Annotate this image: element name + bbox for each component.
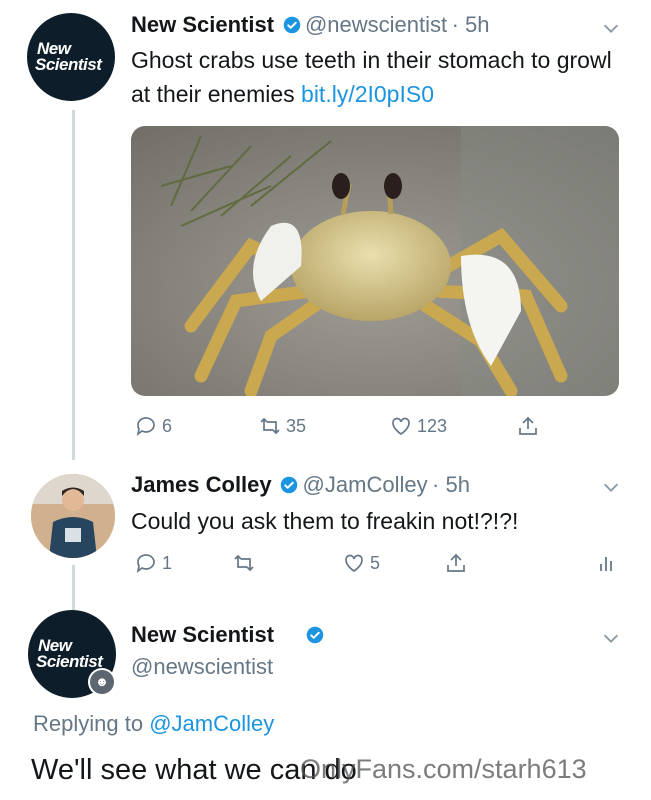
reply-icon [136,554,155,574]
person-avatar-icon [31,474,115,558]
timestamp[interactable]: · 5h [432,472,470,497]
retweet-icon [260,417,280,435]
user-handle[interactable]: @JamColley [303,472,428,497]
analytics-button[interactable] [594,551,622,575]
share-icon [519,416,537,435]
chevron-down-icon[interactable] [600,476,622,498]
retweet-count: 35 [286,415,307,436]
tweet-text: Could you ask them to freakin not!?!?! [131,508,519,534]
thread-line [72,110,75,460]
retweet-icon [234,554,254,572]
heart-icon [345,554,363,573]
replying-to-handle[interactable]: @JamColley [149,711,274,736]
tweet-text: Ghost crabs use teeth in their stomach t… [131,43,621,111]
avatar[interactable]: New Scientist [27,13,115,101]
avatar-text: Scientist [36,652,103,671]
tweet-photo[interactable] [131,126,619,396]
reply-button[interactable]: 6 [134,414,172,438]
reply-icon [136,417,155,437]
tweet-header: New Scientist @newscientist · 5h [131,12,490,38]
verified-badge-icon [306,626,324,644]
display-name[interactable]: James Colley [131,472,272,497]
chevron-down-icon[interactable] [600,627,622,649]
timestamp[interactable]: · 5h [452,12,490,37]
thread-line [72,565,75,610]
replying-to: Replying to @JamColley [33,711,274,737]
replying-to-label: Replying to [33,711,144,736]
retweet-button[interactable] [232,551,260,575]
chevron-down-icon[interactable] [600,17,622,39]
display-name[interactable]: New Scientist [131,622,274,648]
avatar-text: Scientist [35,55,102,74]
like-count: 5 [370,552,381,573]
verified-badge-icon [280,476,298,494]
reply-count: 6 [162,415,173,436]
crab-photo [131,126,619,396]
tweet-header: James Colley @JamColley · 5h [131,472,470,498]
user-handle[interactable]: @newscientist [131,654,273,680]
reply-button[interactable]: 1 [134,551,172,575]
verified-badge-icon [283,16,300,34]
like-count: 123 [417,415,448,436]
like-button[interactable]: 5 [342,551,380,575]
like-button[interactable]: 123 [389,414,447,438]
analytics-icon [600,557,612,571]
retweet-button[interactable]: 35 [258,414,306,438]
reply-count: 1 [162,552,173,573]
share-icon [447,553,465,572]
heart-icon [392,417,410,436]
display-name[interactable]: New Scientist [131,12,274,37]
share-button[interactable] [516,414,544,438]
user-handle[interactable]: @newscientist [305,12,447,37]
share-button[interactable] [444,551,472,575]
avatar[interactable] [31,474,115,558]
watermark: OnlyFans.com/starh613 [300,754,587,784]
tweet-link[interactable]: bit.ly/2I0pIS0 [301,81,434,107]
follow-badge-icon: ☻ [88,668,116,696]
